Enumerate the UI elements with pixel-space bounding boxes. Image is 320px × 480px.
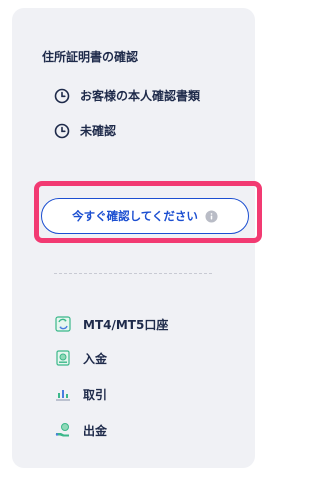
deposit-icon bbox=[56, 350, 70, 366]
verify-now-label: 今すぐ確認してください bbox=[72, 209, 198, 223]
clock-icon bbox=[54, 88, 70, 103]
accounts-icon bbox=[55, 316, 71, 332]
status-item-document: お客様の本人確認書類 bbox=[54, 87, 200, 104]
nav-item-label: 入金 bbox=[83, 351, 108, 366]
nav-item-label: 取引 bbox=[83, 387, 108, 402]
status-item-label: 未確認 bbox=[80, 124, 117, 138]
nav-item-accounts[interactable]: MT4/MT5口座 bbox=[54, 315, 168, 333]
status-item-label: お客様の本人確認書類 bbox=[80, 89, 201, 103]
nav-item-withdraw[interactable]: 出金 bbox=[54, 421, 107, 439]
info-icon[interactable] bbox=[205, 209, 218, 223]
nav-item-label: MT4/MT5口座 bbox=[83, 317, 169, 332]
section-title: 住所証明書の確認 bbox=[42, 50, 139, 64]
divider bbox=[54, 273, 212, 274]
nav-item-label: 出金 bbox=[83, 423, 108, 438]
verify-now-button[interactable]: 今すぐ確認してください bbox=[41, 198, 249, 234]
trading-icon bbox=[56, 390, 70, 401]
withdraw-icon bbox=[55, 423, 69, 437]
status-item-unverified: 未確認 bbox=[54, 122, 116, 139]
nav-item-trading[interactable]: 取引 bbox=[54, 385, 107, 403]
clock-icon bbox=[54, 123, 70, 138]
nav-item-deposit[interactable]: 入金 bbox=[54, 349, 107, 367]
